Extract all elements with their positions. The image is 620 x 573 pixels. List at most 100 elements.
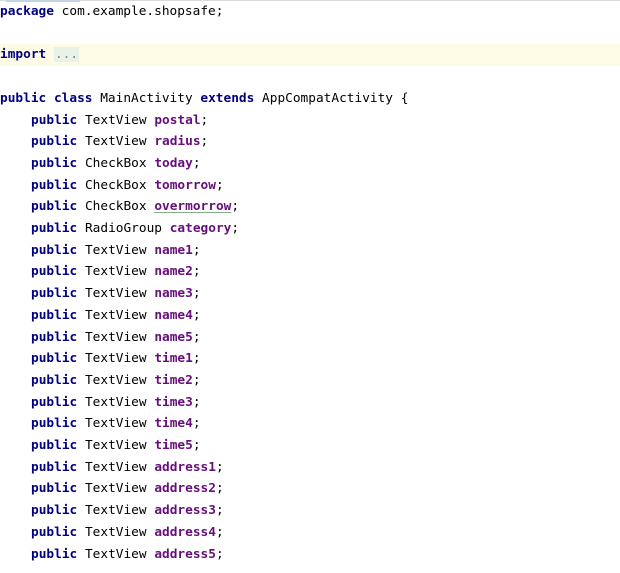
code-line-field[interactable]: public CheckBox today; (0, 153, 620, 175)
code-line-field[interactable]: public CheckBox overmorrow; (0, 196, 620, 218)
code-line-field[interactable]: public TextView address1; (0, 457, 620, 479)
field-name: address2 (154, 481, 216, 497)
code-line-field[interactable]: public TextView time2; (0, 370, 620, 392)
code-line-field[interactable]: public TextView time1; (0, 348, 620, 370)
field-type: TextView (84, 416, 147, 432)
field-type: TextView (84, 438, 147, 453)
keyword-public: public (31, 199, 78, 215)
code-line-field[interactable]: public TextView postal; (0, 110, 620, 132)
field-type: TextView (84, 134, 147, 150)
keyword-import: import (0, 47, 47, 62)
semicolon: ; (192, 394, 201, 410)
code-line-field[interactable]: public TextView name3; (0, 283, 620, 305)
field-name: time3 (154, 394, 193, 410)
field-type: TextView (84, 242, 147, 258)
keyword-public: public (0, 91, 47, 106)
keyword-public: public (31, 329, 78, 345)
code-line-field[interactable]: public TextView name1; (0, 240, 620, 262)
code-line-field[interactable]: public TextView address4; (0, 522, 620, 544)
code-line-import[interactable]: import ... (0, 44, 620, 66)
field-type: TextView (84, 351, 147, 367)
code-line-package[interactable]: package com.example.shopsafe; (0, 1, 620, 23)
field-type: CheckBox (84, 177, 147, 193)
semicolon: ; (192, 307, 201, 323)
keyword-public: public (31, 221, 78, 236)
field-name: address4 (154, 524, 216, 540)
code-line-field[interactable]: public TextView address2; (0, 478, 620, 500)
semicolon: ; (192, 351, 201, 367)
semicolon: ; (192, 155, 201, 171)
field-name: name1 (154, 242, 193, 258)
field-name: name5 (154, 329, 193, 345)
code-line-field[interactable]: public TextView name5; (0, 327, 620, 349)
code-line-field[interactable]: public TextView address5; (0, 544, 620, 566)
semicolon: ; (215, 524, 224, 540)
code-line-field[interactable]: public CheckBox tomorrow; (0, 175, 620, 197)
code-line-cutoff (0, 565, 620, 573)
keyword-public: public (31, 177, 78, 193)
keyword-public: public (31, 242, 78, 258)
field-type: TextView (84, 459, 147, 475)
field-name: postal (154, 112, 201, 128)
keyword-public: public (31, 459, 78, 475)
import-fold-toggle[interactable]: ... (53, 47, 80, 62)
keyword-public: public (31, 307, 78, 323)
semicolon: ; (215, 459, 224, 475)
keyword-public: public (31, 524, 78, 540)
field-name: address1 (154, 459, 216, 475)
field-type: TextView (84, 394, 147, 410)
field-name: time2 (154, 372, 193, 388)
field-name: tomorrow (154, 177, 216, 193)
field-type: TextView (84, 264, 147, 280)
semicolon: ; (192, 264, 201, 280)
code-line-field[interactable]: public TextView time4; (0, 413, 620, 435)
keyword-public: public (31, 438, 78, 453)
keyword-public: public (31, 416, 78, 432)
code-line-field[interactable]: public TextView name4; (0, 305, 620, 327)
code-line-field[interactable]: public TextView time3; (0, 392, 620, 414)
field-type: RadioGroup (84, 221, 162, 236)
keyword-extends: extends (200, 91, 255, 106)
field-name: time1 (154, 351, 193, 367)
keyword-public: public (31, 351, 78, 367)
field-name: radius (154, 134, 201, 150)
keyword-public: public (31, 394, 78, 410)
field-type: TextView (84, 286, 147, 302)
field-name: address3 (154, 503, 216, 519)
keyword-public: public (31, 264, 78, 280)
field-name: today (154, 155, 193, 171)
keyword-package: package (0, 4, 54, 19)
field-name: name3 (154, 286, 193, 302)
semicolon: ; (215, 546, 224, 562)
field-name: name2 (154, 264, 193, 280)
semicolon: ; (215, 481, 224, 497)
code-line-field[interactable]: public TextView name2; (0, 261, 620, 283)
field-name: time4 (154, 416, 193, 432)
semicolon: ; (192, 242, 201, 258)
keyword-public: public (31, 372, 78, 388)
field-type: TextView (84, 329, 147, 345)
semicolon: ; (231, 199, 240, 215)
code-line-field[interactable]: public TextView time5; (0, 435, 620, 457)
field-type: TextView (84, 481, 147, 497)
field-name: overmorrow (154, 199, 232, 215)
semicolon: ; (215, 177, 224, 193)
keyword-class: class (53, 91, 93, 106)
code-line-field[interactable]: public TextView radius; (0, 131, 620, 153)
code-editor[interactable]: package com.example.shopsafe; import ...… (0, 0, 620, 573)
semicolon: ; (215, 503, 224, 519)
keyword-public: public (31, 286, 78, 302)
code-line-class-declaration[interactable]: public class MainActivity extends AppCom… (0, 88, 620, 110)
semicolon: ; (192, 416, 201, 432)
superclass-name: AppCompatActivity (262, 91, 394, 106)
field-name: time5 (154, 438, 193, 453)
code-line-field[interactable]: public RadioGroup category; (0, 218, 620, 240)
semicolon: ; (192, 286, 201, 302)
keyword-public: public (31, 134, 78, 150)
semicolon: ; (200, 134, 209, 150)
code-line-field[interactable]: public TextView address3; (0, 500, 620, 522)
class-name: MainActivity (100, 91, 193, 106)
semicolon: ; (192, 438, 201, 453)
field-type: TextView (84, 503, 147, 519)
semicolon: ; (200, 112, 209, 128)
